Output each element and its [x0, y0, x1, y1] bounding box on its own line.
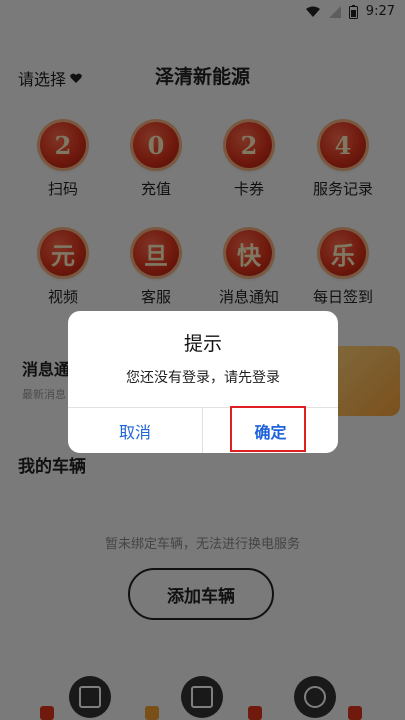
dialog-message: 您还没有登录，请先登录: [126, 370, 280, 386]
cancel-button[interactable]: 取消: [68, 408, 202, 453]
confirm-highlight-box: [230, 406, 306, 452]
dialog-title: 提示: [183, 333, 222, 355]
